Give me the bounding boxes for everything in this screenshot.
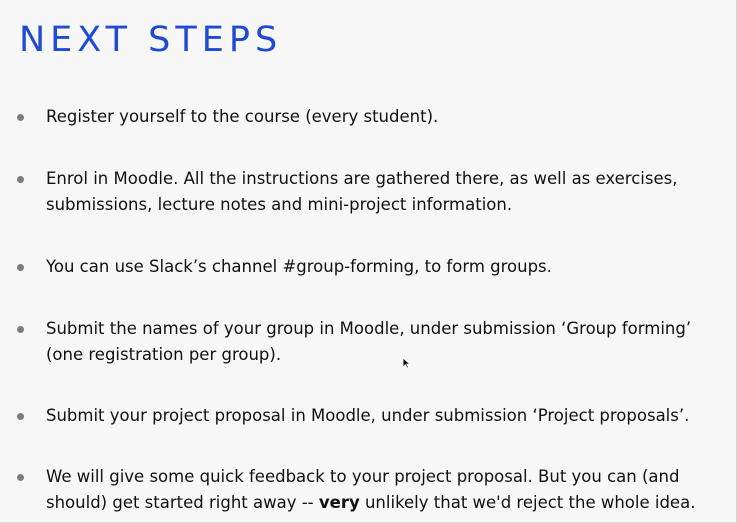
bullet-text: We will give some quick feedback to your… (46, 464, 726, 516)
bullet-text: Enrol in Moodle. All the instructions ar… (46, 169, 678, 214)
bullet-dot-icon (17, 264, 24, 271)
bullet-text: You can use Slack’s channel #group-formi… (46, 257, 552, 276)
mouse-pointer-icon (402, 357, 412, 369)
bullet-dot-icon (17, 176, 24, 183)
slide-title: NEXT STEPS (19, 20, 283, 60)
bullet-emphasis: very (318, 493, 360, 512)
bullet-dot-icon (17, 413, 24, 420)
bullet-dot-icon (17, 114, 24, 121)
bullet-text: Register yourself to the course (every s… (46, 107, 439, 126)
slide: NEXT STEPS Register yourself to the cour… (0, 0, 737, 523)
bullet-text: Submit the names of your group in Moodle… (46, 319, 692, 364)
bullet-dot-icon (17, 326, 24, 333)
bullet-text-part: unlikely that we'd reject the whole idea… (359, 493, 696, 512)
bullet-text: Submit your project proposal in Moodle, … (46, 406, 690, 425)
bullet-dot-icon (17, 474, 24, 481)
